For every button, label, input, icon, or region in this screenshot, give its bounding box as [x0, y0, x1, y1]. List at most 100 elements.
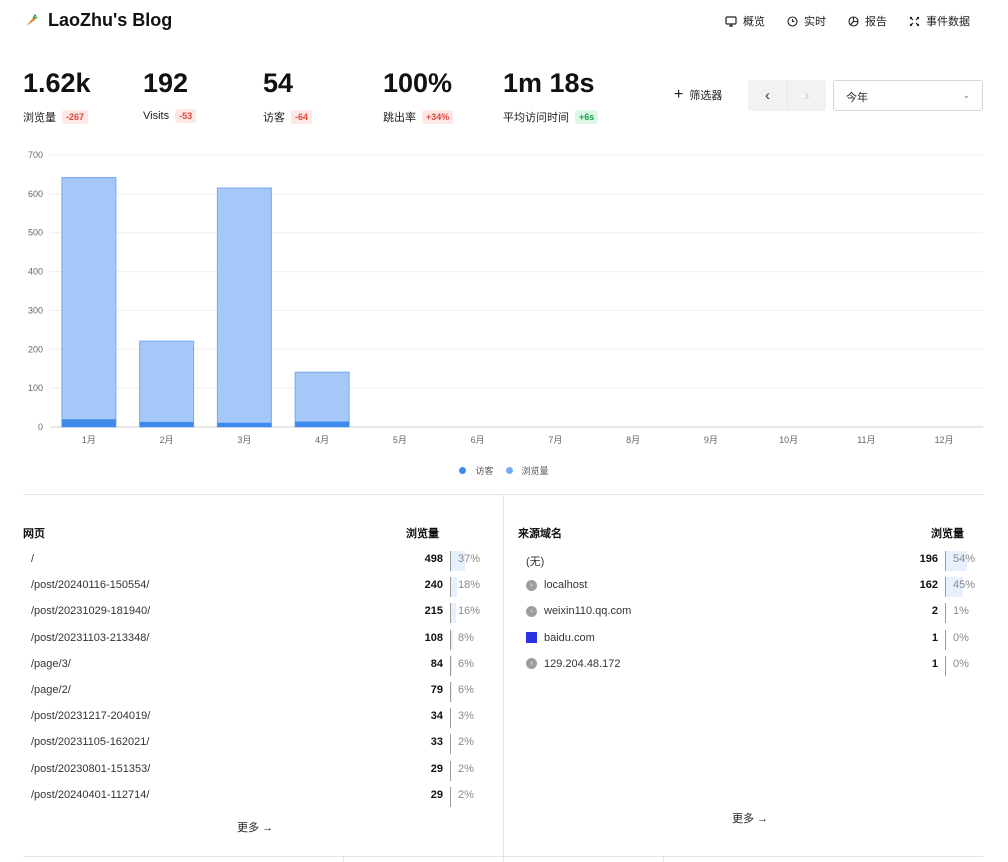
header: LaoZhu's Blog 概览 实时 报告 事件数据 [0, 0, 1008, 42]
nav-overview[interactable]: 概览 [725, 13, 765, 29]
row-label[interactable]: › localhost [526, 579, 587, 591]
table-row[interactable]: › localhost 162 45% [518, 577, 978, 603]
row-bar-rule [450, 577, 451, 598]
change-badge: +34% [422, 110, 454, 124]
site-title[interactable]: LaoZhu's Blog [48, 10, 172, 31]
metric-label: 平均访问时间 [503, 112, 569, 124]
table-row[interactable]: › weixin110.qq.com 2 1% [518, 603, 978, 629]
baidu-icon [526, 632, 537, 644]
referrers-table: 来源域名 浏览量 (无) 196 54% › localhost 162 45% › weixi… [518, 525, 978, 682]
row-bar-rule [945, 603, 946, 624]
row-label[interactable]: /post/20240401-112714/ [31, 789, 149, 801]
row-value: 33 [430, 736, 443, 749]
row-label[interactable]: / [31, 553, 34, 565]
nav-reports[interactable]: 报告 [848, 13, 887, 29]
table-row[interactable]: (无) 196 54% [518, 551, 978, 577]
table-row[interactable]: /page/3/84 6% [23, 655, 483, 682]
row-label[interactable]: /post/20231103-213348/ [31, 632, 149, 644]
row-percent: 8% [458, 631, 474, 644]
table-row[interactable]: /page/2/79 6% [23, 681, 483, 708]
row-percent: 18% [458, 579, 481, 592]
row-percent: 1% [953, 605, 969, 618]
change-badge: -53 [175, 109, 197, 123]
row-value: 108 [424, 631, 443, 644]
legend-item-visitors[interactable]: 访客 [459, 464, 494, 477]
row-label[interactable]: (无) [526, 553, 544, 569]
row-label-text: localhost [544, 579, 588, 592]
monitor-icon [725, 15, 737, 27]
row-percent: 2% [458, 762, 474, 775]
row-label[interactable]: /page/2/ [31, 684, 71, 696]
metric-visit-duration[interactable]: 1m 18s 平均访问时间 +6s [503, 66, 623, 125]
period-value: 今年 [846, 92, 868, 104]
bar-chart-svg: 0 100 200 300 400 500 600 700 1月 2月 3月 4月 5月 6月 7月 8月 9月… [28, 150, 983, 445]
row-label-text: /page/3/ [31, 657, 71, 670]
clock-icon [787, 15, 798, 27]
row-bar-rule [450, 551, 451, 571]
table-row[interactable]: /post/20231029-181940/215 16% [23, 603, 483, 629]
next-period-button[interactable]: › [787, 80, 826, 111]
main-nav: 概览 实时 报告 事件数据 [703, 13, 970, 29]
table-row[interactable]: /post/20231105-162021/33 2% [23, 734, 483, 760]
metric-label: 跳出率 [383, 112, 416, 124]
row-bar-rule [450, 734, 451, 755]
prev-period-button[interactable]: ‹ [748, 80, 787, 111]
row-value: 79 [430, 683, 443, 696]
globe-icon: › [526, 605, 537, 617]
x-tick-label: 1月 [82, 435, 96, 445]
legend-item-pageviews[interactable]: 浏览量 [505, 464, 549, 477]
row-bar-rule [450, 629, 451, 650]
period-select[interactable]: 今年 ⌄ [833, 80, 983, 111]
table-row[interactable]: /post/20240401-112714/29 2% [23, 786, 483, 813]
y-tick-label: 700 [28, 150, 43, 160]
legend-swatch [459, 467, 467, 474]
row-label[interactable]: baidu.com [526, 632, 595, 644]
table-row[interactable]: /post/20230801-151353/29 2% [23, 760, 483, 787]
row-label[interactable]: /page/3/ [31, 658, 71, 670]
nav-events[interactable]: 事件数据 [909, 13, 970, 29]
row-percent: 0% [953, 631, 969, 644]
referrers-more-link[interactable]: 更多 → [732, 810, 768, 826]
row-bar-rule [450, 760, 451, 781]
pages-more-link[interactable]: 更多 → [237, 819, 273, 835]
table-row[interactable]: /post/20231103-213348/108 8% [23, 629, 483, 656]
row-label[interactable]: /post/20230801-151353/ [31, 763, 150, 775]
metric-bounce-rate[interactable]: 100% 跳出率 +34% [383, 66, 503, 125]
filter-button[interactable]: + 筛选器 [674, 87, 722, 103]
x-tick-label: 10月 [779, 435, 798, 445]
table-row[interactable]: /post/20240116-150554/240 18% [23, 577, 483, 603]
table-row[interactable]: /post/20231217-204019/34 3% [23, 708, 483, 734]
y-tick-label: 200 [28, 344, 43, 354]
row-value: 215 [424, 605, 443, 618]
metric-pageviews[interactable]: 1.62k 浏览量 -267 [23, 66, 143, 125]
row-label-text: /post/20231029-181940/ [31, 605, 151, 618]
legend-label: 访客 [475, 466, 494, 476]
table-row[interactable]: › 129.204.48.172 1 0% [518, 655, 978, 682]
y-tick-label: 400 [28, 267, 43, 277]
y-tick-label: 500 [28, 228, 43, 238]
row-label[interactable]: /post/20231029-181940/ [31, 605, 150, 617]
pie-chart-icon [848, 15, 859, 27]
row-label[interactable]: › 129.204.48.172 [526, 658, 620, 670]
table-body: /498 37%/post/20240116-150554/240 18%/post… [23, 551, 483, 813]
x-tick-label: 7月 [548, 435, 562, 445]
table-row[interactable]: / 498 37% [23, 551, 483, 577]
metric-visitors[interactable]: 54 访客 -64 [263, 66, 383, 125]
row-bar-rule [945, 629, 946, 650]
row-label[interactable]: /post/20231217-204019/ [31, 710, 150, 722]
row-label[interactable]: /post/20240116-150554/ [31, 579, 149, 591]
change-badge: +6s [575, 110, 599, 124]
row-bar-rule [450, 655, 451, 676]
metric-visits[interactable]: 192 Visits -53 [143, 66, 263, 125]
row-label[interactable]: /post/20231105-162021/ [31, 736, 149, 748]
row-label[interactable]: › weixin110.qq.com [526, 605, 631, 617]
pages-table: 网页 浏览量 / 498 37% /post/20240116-150554/240 1… [23, 525, 483, 813]
row-value: 29 [430, 788, 443, 801]
table-metric-header[interactable]: 浏览量 [406, 525, 483, 541]
table-row[interactable]: baidu.com 1 0% [518, 629, 978, 656]
table-metric-header[interactable]: 浏览量 [931, 525, 978, 541]
x-tick-label: 12月 [935, 435, 954, 445]
nav-events-label: 事件数据 [926, 16, 970, 28]
bar-visitors [61, 419, 116, 427]
nav-realtime[interactable]: 实时 [787, 13, 826, 29]
